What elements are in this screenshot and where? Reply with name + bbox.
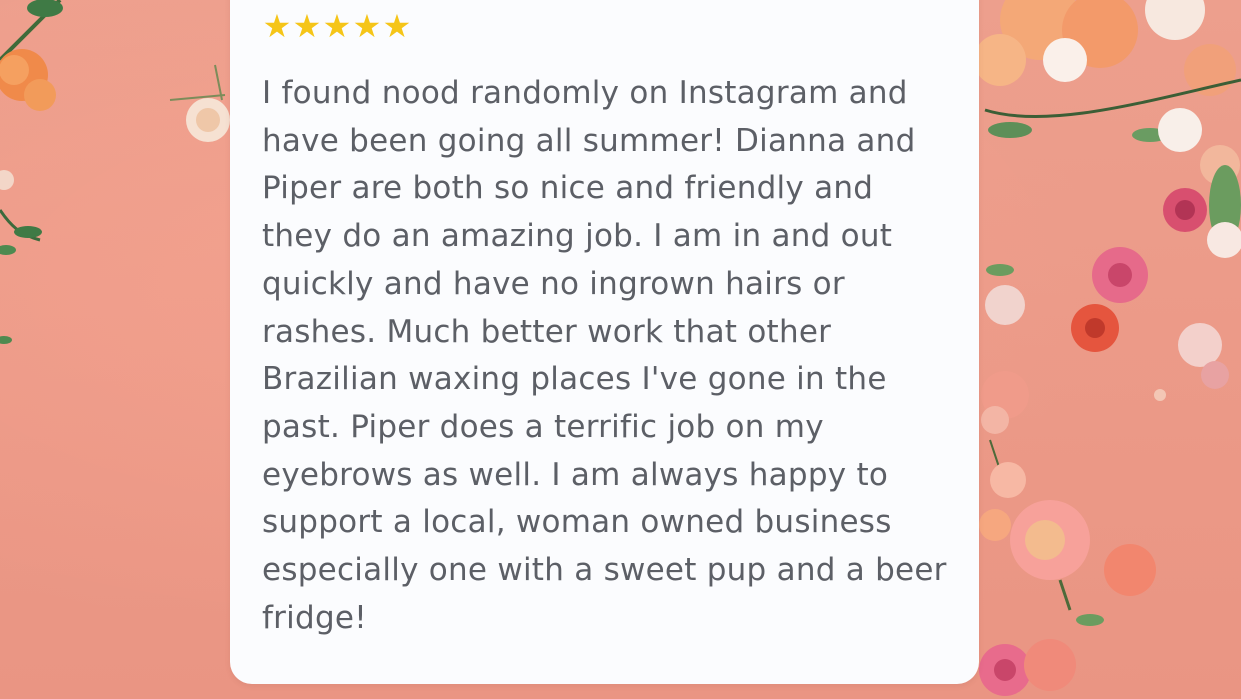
star-icon: ★ bbox=[262, 7, 292, 45]
star-rating: ★ ★ ★ ★ ★ bbox=[262, 8, 412, 44]
star-icon: ★ bbox=[292, 7, 322, 45]
left-flowers bbox=[0, 0, 230, 344]
review-text: I found nood randomly on Instagram and h… bbox=[262, 75, 947, 636]
right-flowers bbox=[974, 0, 1241, 696]
star-icon: ★ bbox=[382, 7, 412, 45]
star-icon: ★ bbox=[352, 7, 382, 45]
star-icon: ★ bbox=[322, 7, 352, 45]
